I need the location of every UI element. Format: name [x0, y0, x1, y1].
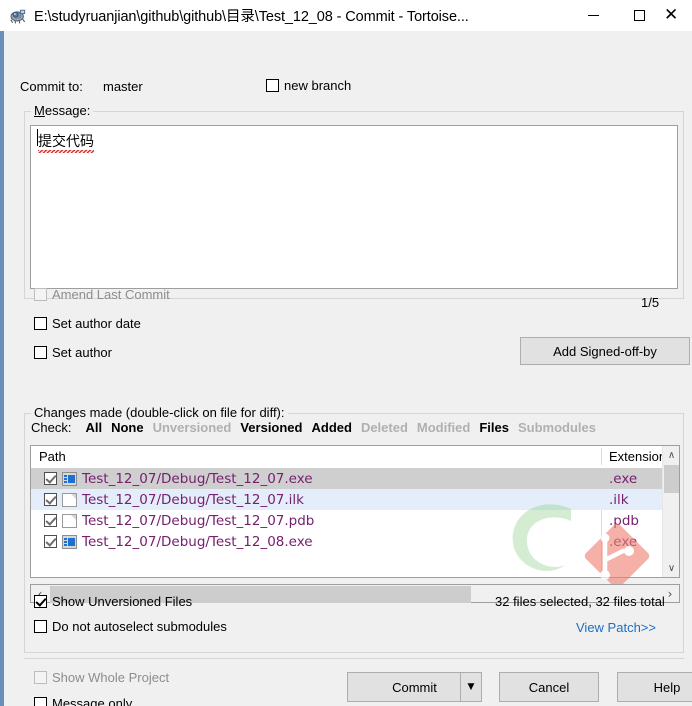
cancel-button[interactable]: Cancel [499, 672, 599, 702]
check-link-files[interactable]: Files [479, 420, 509, 435]
amend-last-commit-checkbox: Amend Last Commit [34, 287, 170, 302]
check-link-modified: Modified [416, 420, 471, 435]
table-row[interactable]: Test_12_07/Debug/Test_12_07.ilk .ilk [31, 489, 679, 510]
scroll-down-icon[interactable]: ∨ [663, 559, 679, 577]
cancel-button-label: Cancel [528, 679, 570, 695]
row-path: Test_12_07/Debug/Test_12_07.ilk [82, 491, 304, 508]
commit-button-label: Commit [392, 679, 437, 695]
window-controls: ✕ [570, 0, 692, 31]
exe-file-icon [62, 534, 77, 549]
check-link-versioned[interactable]: Versioned [240, 420, 302, 435]
column-divider[interactable] [601, 448, 602, 465]
scroll-up-icon[interactable]: ∧ [663, 446, 679, 464]
commit-dialog: E:\studyruanjian\github\github\目录\Test_1… [0, 0, 692, 706]
file-list-header: Path Extension [31, 446, 679, 469]
row-extension: .ilk [609, 491, 629, 508]
show-whole-project-label: Show Whole Project [52, 670, 170, 685]
add-signed-off-by-button[interactable]: Add Signed-off-by [520, 337, 690, 365]
minimize-button[interactable] [570, 0, 616, 31]
column-header-extension[interactable]: Extension [609, 449, 666, 464]
set-author-date-checkbox-box [34, 317, 47, 330]
maximize-icon [633, 10, 645, 21]
snippet-counter: 1/5 [641, 295, 660, 310]
show-unversioned-files-checkbox-box [34, 595, 47, 608]
commit-dropdown-arrow-icon[interactable]: ▼ [460, 673, 481, 701]
file-list[interactable]: Path Extension Test_12_07/Debug/Test_12_… [30, 445, 680, 578]
table-row[interactable]: Test_12_07/Debug/Test_12_07.pdb .pdb [31, 510, 679, 531]
commit-to-branch: master [103, 79, 143, 94]
row-path: Test_12_07/Debug/Test_12_08.exe [82, 533, 313, 550]
close-icon: ✕ [664, 5, 679, 25]
commit-message-text: 提交代码 [38, 131, 94, 153]
maximize-button[interactable] [616, 0, 662, 31]
check-label: Check: [31, 420, 72, 435]
message-group-label-rest: essage: [44, 103, 91, 118]
row-extension: .pdb [609, 512, 639, 529]
file-list-vertical-scrollbar[interactable]: ∧ ∨ [662, 446, 679, 577]
new-branch-checkbox[interactable]: new branch [266, 78, 351, 93]
files-status-text: 32 files selected, 32 files total [495, 594, 665, 609]
close-button[interactable]: ✕ [662, 0, 692, 31]
add-signed-off-by-label: Add Signed-off-by [553, 343, 657, 359]
do-not-autoselect-submodules-checkbox[interactable]: Do not autoselect submodules [34, 619, 227, 634]
show-whole-project-checkbox-box [34, 671, 47, 684]
dialog-client-area: Commit to: master new branch Message: 提交… [4, 31, 692, 706]
do-not-autoselect-submodules-label: Do not autoselect submodules [52, 619, 227, 634]
document-file-icon [62, 513, 77, 528]
new-branch-checkbox-box [266, 79, 279, 92]
new-branch-label: new branch [284, 78, 352, 93]
title-bar: E:\studyruanjian\github\github\目录\Test_1… [0, 0, 692, 31]
row-extension: .exe [609, 470, 638, 487]
message-only-label: Message only [52, 696, 133, 706]
row-path: Test_12_07/Debug/Test_12_07.pdb [82, 512, 315, 529]
show-unversioned-files-label: Show Unversioned Files [52, 594, 193, 609]
row-checkbox[interactable] [44, 493, 57, 506]
row-path: Test_12_07/Debug/Test_12_07.exe [82, 470, 313, 487]
help-button-label: Help [653, 679, 681, 695]
tortoisegit-turtle-icon [9, 7, 27, 25]
message-only-checkbox-box [34, 697, 47, 706]
check-link-none[interactable]: None [111, 420, 144, 435]
amend-last-commit-checkbox-box [34, 288, 47, 301]
file-list-rows: Test_12_07/Debug/Test_12_07.exe .exe Tes… [31, 468, 679, 552]
set-author-date-label: Set author date [52, 316, 141, 331]
table-row[interactable]: Test_12_07/Debug/Test_12_07.exe .exe [31, 468, 679, 489]
table-row[interactable]: Test_12_07/Debug/Test_12_08.exe .exe [31, 531, 679, 552]
footer-divider [24, 658, 684, 659]
row-checkbox[interactable] [44, 514, 57, 527]
document-file-icon [62, 492, 77, 507]
row-checkbox[interactable] [44, 535, 57, 548]
view-patch-link[interactable]: View Patch>> [576, 620, 656, 635]
column-header-path[interactable]: Path [39, 449, 66, 464]
vertical-scroll-thumb[interactable] [664, 465, 679, 493]
commit-message-input[interactable]: 提交代码 [30, 125, 678, 289]
row-checkbox[interactable] [44, 472, 57, 485]
do-not-autoselect-submodules-checkbox-box [34, 620, 47, 633]
window-title: E:\studyruanjian\github\github\目录\Test_1… [34, 9, 469, 25]
check-link-unversioned: Unversioned [152, 420, 232, 435]
row-extension: .exe [609, 533, 638, 550]
commit-to-label: Commit to: [20, 79, 83, 94]
check-link-added[interactable]: Added [311, 420, 351, 435]
set-author-label: Set author [52, 345, 112, 360]
check-link-deleted: Deleted [360, 420, 408, 435]
changes-group-label: Changes made (double-click on file for d… [31, 405, 288, 420]
help-button[interactable]: Help [617, 672, 692, 702]
check-link-all[interactable]: All [85, 420, 102, 435]
message-group-label: Message: [31, 103, 94, 118]
show-whole-project-checkbox: Show Whole Project [34, 670, 169, 685]
message-only-checkbox[interactable]: Message only [34, 696, 132, 706]
set-author-checkbox[interactable]: Set author [34, 345, 112, 360]
check-links-row: Check: All None Unversioned Versioned Ad… [31, 420, 605, 435]
set-author-checkbox-box [34, 346, 47, 359]
commit-button[interactable]: Commit ▼ [347, 672, 482, 702]
check-link-submodules: Submodules [517, 420, 596, 435]
minimize-icon [587, 15, 599, 16]
amend-last-commit-label: Amend Last Commit [52, 287, 170, 302]
exe-file-icon [62, 471, 77, 486]
show-unversioned-files-checkbox[interactable]: Show Unversioned Files [34, 594, 192, 609]
set-author-date-checkbox[interactable]: Set author date [34, 316, 141, 331]
